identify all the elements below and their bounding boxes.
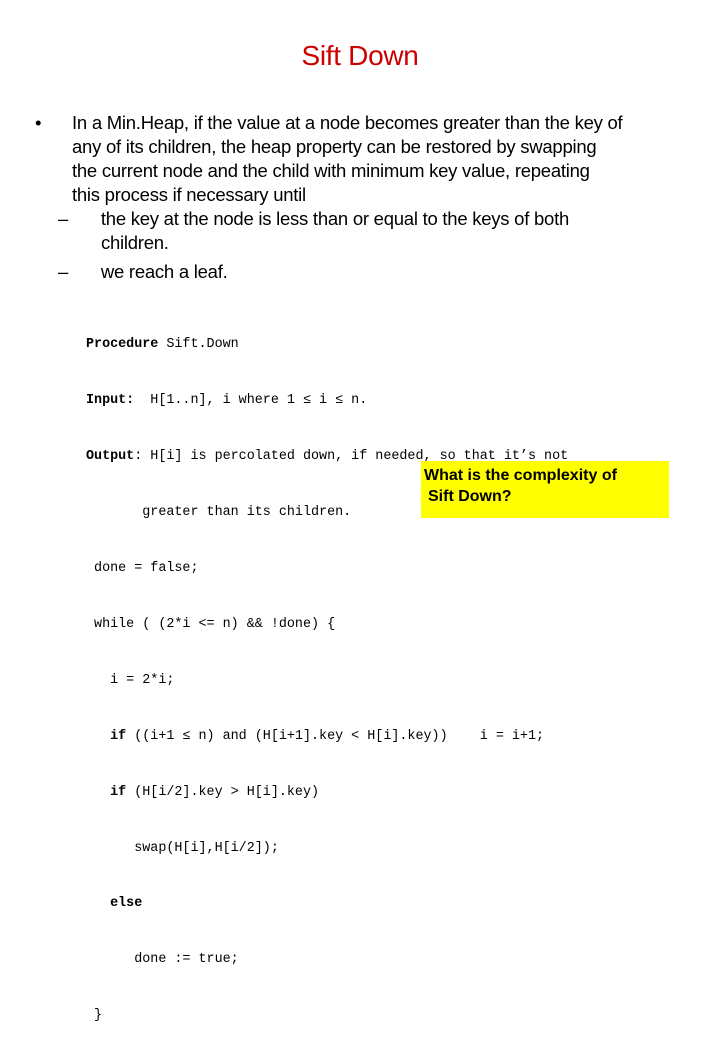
bullet-line: the current node and the child with mini… — [72, 160, 590, 181]
code-keyword: if — [110, 728, 127, 744]
code-keyword: Procedure — [86, 337, 159, 353]
sub-bullet-marker: – — [58, 208, 69, 229]
code-keyword: Input: — [86, 393, 135, 409]
code-keyword: if — [110, 784, 127, 800]
bullet-line: In a Min.Heap, if the value at a node be… — [72, 112, 623, 133]
code-line-if2: if (H[i/2].key > H[i].key) — [86, 783, 568, 801]
sub-bullet-line: the key at the node is less than or equa… — [96, 208, 570, 229]
bullet-list: • In a Min.Heap, if the value at a node … — [35, 111, 695, 284]
sub-bullet-item: – we reach a leaf. — [35, 260, 695, 284]
sub-bullet-marker: – — [58, 261, 69, 282]
bullet-line: any of its children, the heap property c… — [72, 136, 597, 157]
sub-bullet-item: – the key at the node is less than or eq… — [35, 207, 695, 255]
code-text: Sift.Down — [158, 337, 239, 353]
code-line-close: } — [86, 1008, 103, 1024]
callout-line: What is the complexity of — [424, 467, 617, 484]
code-line: i = 2*i; — [86, 672, 175, 688]
code-line-if1: if ((i+1 ≤ n) and (H[i+1].key < H[i].key… — [86, 727, 568, 745]
code-line-input: Input: H[1..n], i where 1 ≤ i ≤ n. — [86, 391, 568, 409]
code-keyword: else — [110, 896, 143, 912]
bullet-line: this process if necessary until — [72, 184, 306, 205]
code-line-swap: swap(H[i],H[i/2]); — [86, 840, 279, 856]
code-text: ((i+1 ≤ n) and (H[i+1].key < H[i].key)) … — [126, 728, 545, 744]
sub-bullet-line: we reach a leaf. — [96, 261, 228, 282]
bullet-marker: • — [35, 112, 42, 133]
callout-line: Sift Down? — [428, 488, 512, 505]
pseudocode-block: Procedure Sift.Down Input: H[1..n], i wh… — [86, 297, 568, 1043]
bullet-item: • In a Min.Heap, if the value at a node … — [35, 111, 695, 207]
question-callout: What is the complexity of Sift Down? — [421, 461, 669, 518]
code-text: H[1..n], i where 1 ≤ i ≤ n. — [134, 393, 368, 409]
slide-title: Sift Down — [301, 40, 419, 71]
code-text: (H[i/2].key > H[i].key) — [126, 784, 320, 800]
code-line: while ( (2*i <= n) && !done) { — [86, 616, 336, 632]
code-line: done = false; — [86, 561, 199, 577]
sub-bullet-line: children. — [101, 232, 169, 253]
code-line-done: done := true; — [86, 952, 239, 968]
code-line-procedure: Procedure Sift.Down — [86, 335, 568, 353]
code-keyword: Output — [86, 449, 135, 465]
code-line-else: else — [86, 894, 568, 912]
